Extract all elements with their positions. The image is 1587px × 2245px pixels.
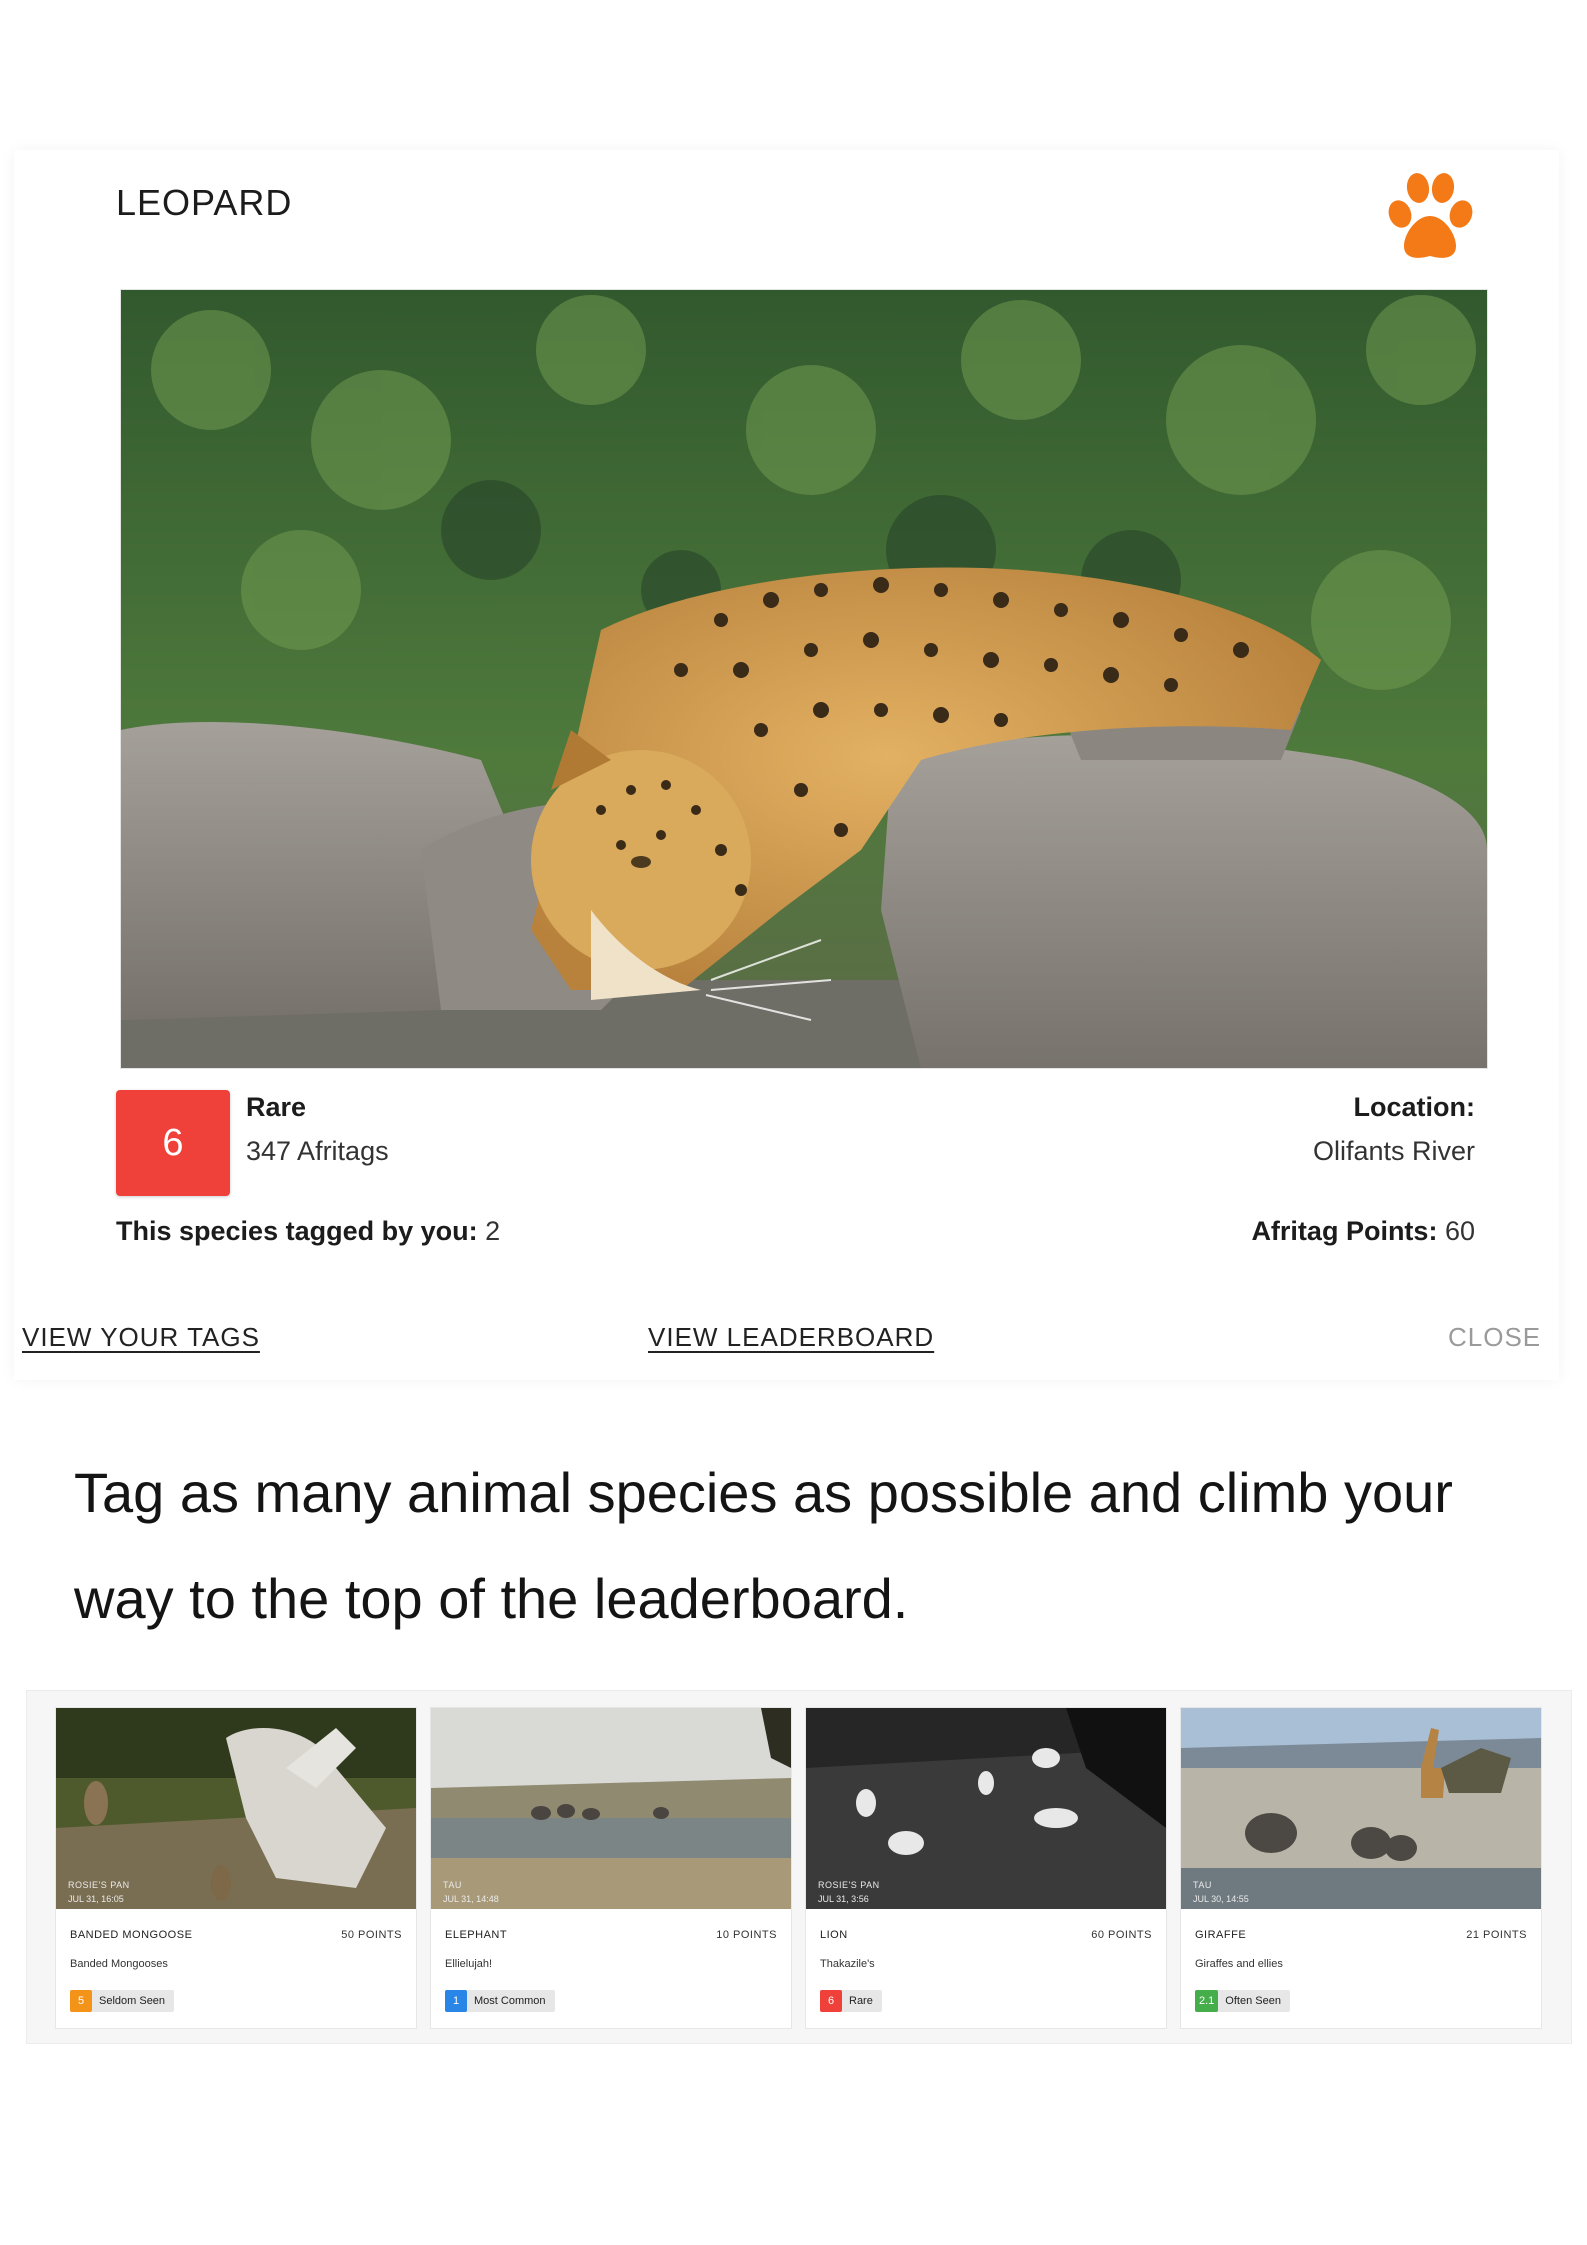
view-leaderboard-link[interactable]: VIEW LEADERBOARD bbox=[648, 1322, 934, 1353]
leopard-image bbox=[121, 290, 1487, 1068]
card-species: BANDED MONGOOSE bbox=[70, 1929, 193, 1941]
card-location: TAU bbox=[1193, 1880, 1212, 1890]
tag-card[interactable]: ROSIE'S PAN JUL 31, 16:05 BANDED MONGOOS… bbox=[55, 1707, 417, 2029]
close-button[interactable]: CLOSE bbox=[1448, 1322, 1541, 1353]
rarity-score-badge: 6 bbox=[116, 1090, 230, 1196]
rarity-label: Rare bbox=[246, 1092, 307, 1122]
card-rarity-label: Often Seen bbox=[1225, 1995, 1281, 2007]
card-time: JUL 31, 3:56 bbox=[818, 1894, 869, 1904]
card-rarity-pill: 5 Seldom Seen bbox=[70, 1990, 175, 2012]
card-photo: TAU JUL 30, 14:55 bbox=[1181, 1708, 1541, 1909]
card-rarity-pill: 6 Rare bbox=[820, 1990, 882, 2012]
giraffe-photo bbox=[1181, 1708, 1541, 1909]
card-species: ELEPHANT bbox=[445, 1929, 508, 1941]
card-location: TAU bbox=[443, 1880, 462, 1890]
location-label: Location: bbox=[1353, 1092, 1476, 1122]
card-rarity-label: Rare bbox=[849, 1995, 873, 2007]
points-value: 60 bbox=[1444, 1216, 1475, 1246]
card-points: 10 POINTS bbox=[716, 1929, 777, 1941]
card-location: ROSIE'S PAN bbox=[818, 1880, 880, 1890]
tagline: Tag as many animal species as possible a… bbox=[74, 1461, 1453, 1630]
card-time: JUL 31, 16:05 bbox=[68, 1894, 124, 1904]
afritag-count: 347 Afritags bbox=[246, 1136, 389, 1166]
points-label: Afritag Points: bbox=[1251, 1216, 1438, 1246]
tagged-label: This species tagged by you: bbox=[116, 1216, 478, 1246]
leopard-photo bbox=[120, 289, 1488, 1069]
species-title: LEOPARD bbox=[116, 182, 293, 223]
tag-card[interactable]: ROSIE'S PAN JUL 31, 3:56 LION 60 POINTS … bbox=[805, 1707, 1167, 2029]
card-rarity-label: Most Common bbox=[474, 1995, 546, 2007]
card-photo: TAU JUL 31, 14:48 bbox=[431, 1708, 791, 1909]
card-photo: ROSIE'S PAN JUL 31, 16:05 bbox=[56, 1708, 416, 1909]
card-tag-name: Giraffes and ellies bbox=[1195, 1958, 1283, 1970]
lion-photo bbox=[806, 1708, 1166, 1909]
card-rarity-number: 2.1 bbox=[1195, 1990, 1219, 2012]
card-tag-name: Banded Mongooses bbox=[70, 1958, 168, 1970]
tag-card[interactable]: TAU JUL 30, 14:55 GIRAFFE 21 POINTS Gira… bbox=[1180, 1707, 1542, 2029]
card-points: 21 POINTS bbox=[1466, 1929, 1527, 1941]
card-rarity-number: 6 bbox=[820, 1990, 842, 2012]
card-points: 50 POINTS bbox=[341, 1929, 402, 1941]
afritag-points: Afritag Points: 60 bbox=[1251, 1216, 1475, 1247]
view-your-tags-link[interactable]: VIEW YOUR TAGS bbox=[22, 1322, 260, 1353]
tag-card[interactable]: TAU JUL 31, 14:48 ELEPHANT 10 POINTS Ell… bbox=[430, 1707, 792, 2029]
card-species: LION bbox=[820, 1929, 848, 1941]
card-tag-name: Thakazile's bbox=[820, 1958, 875, 1970]
card-rarity-label: Seldom Seen bbox=[99, 1995, 166, 2007]
card-time: JUL 31, 14:48 bbox=[443, 1894, 499, 1904]
paw-icon bbox=[1388, 173, 1473, 258]
elephant-photo bbox=[431, 1708, 791, 1909]
card-tag-name: Ellielujah! bbox=[445, 1958, 493, 1970]
card-points: 60 POINTS bbox=[1091, 1929, 1152, 1941]
tagged-by-you: This species tagged by you: 2 bbox=[116, 1216, 500, 1247]
location-value: Olifants River bbox=[1312, 1136, 1475, 1166]
card-photo: ROSIE'S PAN JUL 31, 3:56 bbox=[806, 1708, 1166, 1909]
card-rarity-pill: 1 Most Common bbox=[445, 1990, 555, 2012]
card-time: JUL 30, 14:55 bbox=[1193, 1894, 1249, 1904]
tagged-value: 2 bbox=[485, 1216, 501, 1246]
card-species: GIRAFFE bbox=[1195, 1929, 1247, 1941]
card-rarity-pill: 2.1 Often Seen bbox=[1195, 1990, 1290, 2012]
card-rarity-number: 1 bbox=[445, 1990, 467, 2012]
tag-cards-strip: ROSIE'S PAN JUL 31, 16:05 BANDED MONGOOS… bbox=[26, 1690, 1572, 2044]
mongoose-photo bbox=[56, 1708, 416, 1909]
card-location: ROSIE'S PAN bbox=[68, 1880, 130, 1890]
card-rarity-number: 5 bbox=[70, 1990, 92, 2012]
